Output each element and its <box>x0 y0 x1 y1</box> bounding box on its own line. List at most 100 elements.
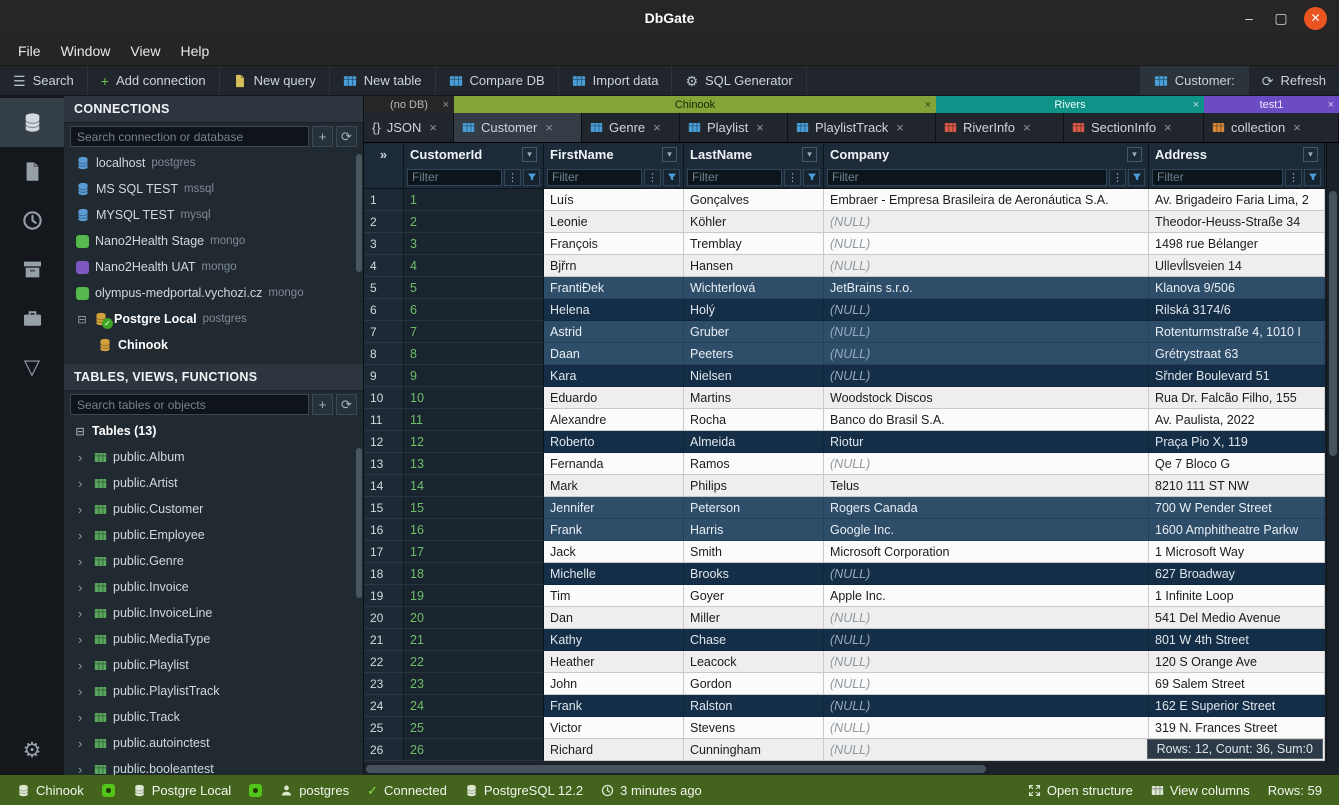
table-item[interactable]: ›public.Invoice <box>64 574 363 600</box>
cell-company[interactable]: JetBrains s.r.o. <box>824 277 1149 299</box>
cell-customerid[interactable]: 10 <box>404 387 544 409</box>
tables-group-row[interactable]: ⊟ Tables (13) <box>64 418 363 444</box>
tab-group-test1[interactable]: test1× <box>1204 96 1339 113</box>
table-item[interactable]: ›public.Artist <box>64 470 363 496</box>
cell-firstname[interactable]: John <box>544 673 684 695</box>
filter-funnel-button[interactable] <box>663 169 680 186</box>
cell-customerid[interactable]: 15 <box>404 497 544 519</box>
table-item[interactable]: ›public.InvoiceLine <box>64 600 363 626</box>
toolbar-sql-generator-button[interactable]: ⚙SQL Generator <box>672 66 806 95</box>
cell-company[interactable]: Apple Inc. <box>824 585 1149 607</box>
filter-menu-button[interactable]: ⋮ <box>1285 169 1302 186</box>
cell-company[interactable]: (NULL) <box>824 365 1149 387</box>
toolbar-add-connection-button[interactable]: +Add connection <box>88 66 220 95</box>
cell-firstname[interactable]: Dan <box>544 607 684 629</box>
cell-address[interactable]: 1 Infinite Loop <box>1149 585 1325 607</box>
toolbar-new-table-button[interactable]: New table <box>330 66 436 95</box>
rail-files-button[interactable] <box>0 147 64 196</box>
tab-riverinfo[interactable]: RiverInfo× <box>936 113 1064 142</box>
cell-company[interactable]: (NULL) <box>824 739 1149 761</box>
status-view-columns[interactable]: View columns <box>1142 783 1259 798</box>
toolbar-import-data-button[interactable]: Import data <box>559 66 673 95</box>
cell-company[interactable]: (NULL) <box>824 453 1149 475</box>
cell-customerid[interactable]: 2 <box>404 211 544 233</box>
cell-firstname[interactable]: Eduardo <box>544 387 684 409</box>
cell-address[interactable]: Sřnder Boulevard 51 <box>1149 365 1325 387</box>
filter-input[interactable] <box>1152 169 1283 186</box>
cell-firstname[interactable]: Alexandre <box>544 409 684 431</box>
cell-company[interactable]: Rogers Canada <box>824 497 1149 519</box>
cell-customerid[interactable]: 19 <box>404 585 544 607</box>
cell-firstname[interactable]: Astrid <box>544 321 684 343</box>
cell-address[interactable]: 69 Salem Street <box>1149 673 1325 695</box>
cell-customerid[interactable]: 23 <box>404 673 544 695</box>
close-icon[interactable]: × <box>653 120 661 135</box>
toolbar-customer-button[interactable]: Customer: <box>1140 66 1248 95</box>
connection-item[interactable]: MYSQL TESTmysql <box>64 202 363 228</box>
menu-file[interactable]: File <box>8 39 51 63</box>
cell-lastname[interactable]: Chase <box>684 629 824 651</box>
cell-company[interactable]: (NULL) <box>824 607 1149 629</box>
cell-firstname[interactable]: Kathy <box>544 629 684 651</box>
cell-firstname[interactable]: Fernanda <box>544 453 684 475</box>
filter-funnel-button[interactable] <box>803 169 820 186</box>
cell-lastname[interactable]: Gonçalves <box>684 189 824 211</box>
row-number-cell[interactable]: 8 <box>364 343 404 365</box>
table-item[interactable]: ›public.Track <box>64 704 363 730</box>
chevron-down-icon[interactable]: ▾ <box>1127 147 1142 162</box>
cell-address[interactable]: Rua Dr. Falcão Filho, 155 <box>1149 387 1325 409</box>
cell-firstname[interactable]: Helena <box>544 299 684 321</box>
cell-company[interactable]: (NULL) <box>824 211 1149 233</box>
cell-company[interactable]: Microsoft Corporation <box>824 541 1149 563</box>
table-item[interactable]: ›public.autoinctest <box>64 730 363 756</box>
vertical-scroll-thumb[interactable] <box>1329 191 1337 456</box>
close-icon[interactable]: × <box>1328 99 1334 111</box>
cell-firstname[interactable]: Roberto <box>544 431 684 453</box>
horizontal-scrollbar[interactable] <box>364 763 1339 775</box>
row-number-cell[interactable]: 17 <box>364 541 404 563</box>
cell-customerid[interactable]: 26 <box>404 739 544 761</box>
row-number-cell[interactable]: 9 <box>364 365 404 387</box>
row-number-cell[interactable]: 2 <box>364 211 404 233</box>
chevron-down-icon[interactable]: ▾ <box>1303 147 1318 162</box>
close-icon[interactable]: × <box>1193 99 1199 111</box>
cell-company[interactable]: (NULL) <box>824 299 1149 321</box>
chevron-down-icon[interactable]: ▾ <box>802 147 817 162</box>
menu-view[interactable]: View <box>120 39 170 63</box>
cell-address[interactable]: 162 E Superior Street <box>1149 695 1325 717</box>
cell-firstname[interactable]: Frank <box>544 695 684 717</box>
table-item[interactable]: ›public.MediaType <box>64 626 363 652</box>
row-number-cell[interactable]: 1 <box>364 189 404 211</box>
connections-header[interactable]: CONNECTIONS <box>64 96 363 123</box>
row-number-cell[interactable]: 21 <box>364 629 404 651</box>
cell-firstname[interactable]: Heather <box>544 651 684 673</box>
cell-address[interactable]: 1498 rue Bélanger <box>1149 233 1325 255</box>
cell-lastname[interactable]: Miller <box>684 607 824 629</box>
cell-lastname[interactable]: Holý <box>684 299 824 321</box>
cell-customerid[interactable]: 9 <box>404 365 544 387</box>
row-number-cell[interactable]: 13 <box>364 453 404 475</box>
rail-archive-button[interactable] <box>0 245 64 294</box>
connection-item[interactable]: MS SQL TESTmssql <box>64 176 363 202</box>
cell-company[interactable]: (NULL) <box>824 321 1149 343</box>
cell-lastname[interactable]: Martins <box>684 387 824 409</box>
table-item[interactable]: ›public.Customer <box>64 496 363 522</box>
row-number-cell[interactable]: 12 <box>364 431 404 453</box>
cell-firstname[interactable]: FrantiĐek <box>544 277 684 299</box>
add-connection-small-button[interactable]: + <box>312 126 333 147</box>
cell-customerid[interactable]: 17 <box>404 541 544 563</box>
cell-customerid[interactable]: 20 <box>404 607 544 629</box>
cell-company[interactable]: (NULL) <box>824 717 1149 739</box>
row-number-cell[interactable]: 24 <box>364 695 404 717</box>
toolbar-search-button[interactable]: ☰Search <box>0 66 88 95</box>
cell-customerid[interactable]: 7 <box>404 321 544 343</box>
cell-company[interactable]: (NULL) <box>824 673 1149 695</box>
cell-firstname[interactable]: François <box>544 233 684 255</box>
cell-company[interactable]: Telus <box>824 475 1149 497</box>
tables-header[interactable]: TABLES, VIEWS, FUNCTIONS <box>64 364 363 391</box>
cell-firstname[interactable]: Mark <box>544 475 684 497</box>
cell-lastname[interactable]: Cunningham <box>684 739 824 761</box>
connection-item[interactable]: localhostpostgres <box>64 150 363 176</box>
cell-address[interactable]: Praça Pio X, 119 <box>1149 431 1325 453</box>
cell-firstname[interactable]: Tim <box>544 585 684 607</box>
